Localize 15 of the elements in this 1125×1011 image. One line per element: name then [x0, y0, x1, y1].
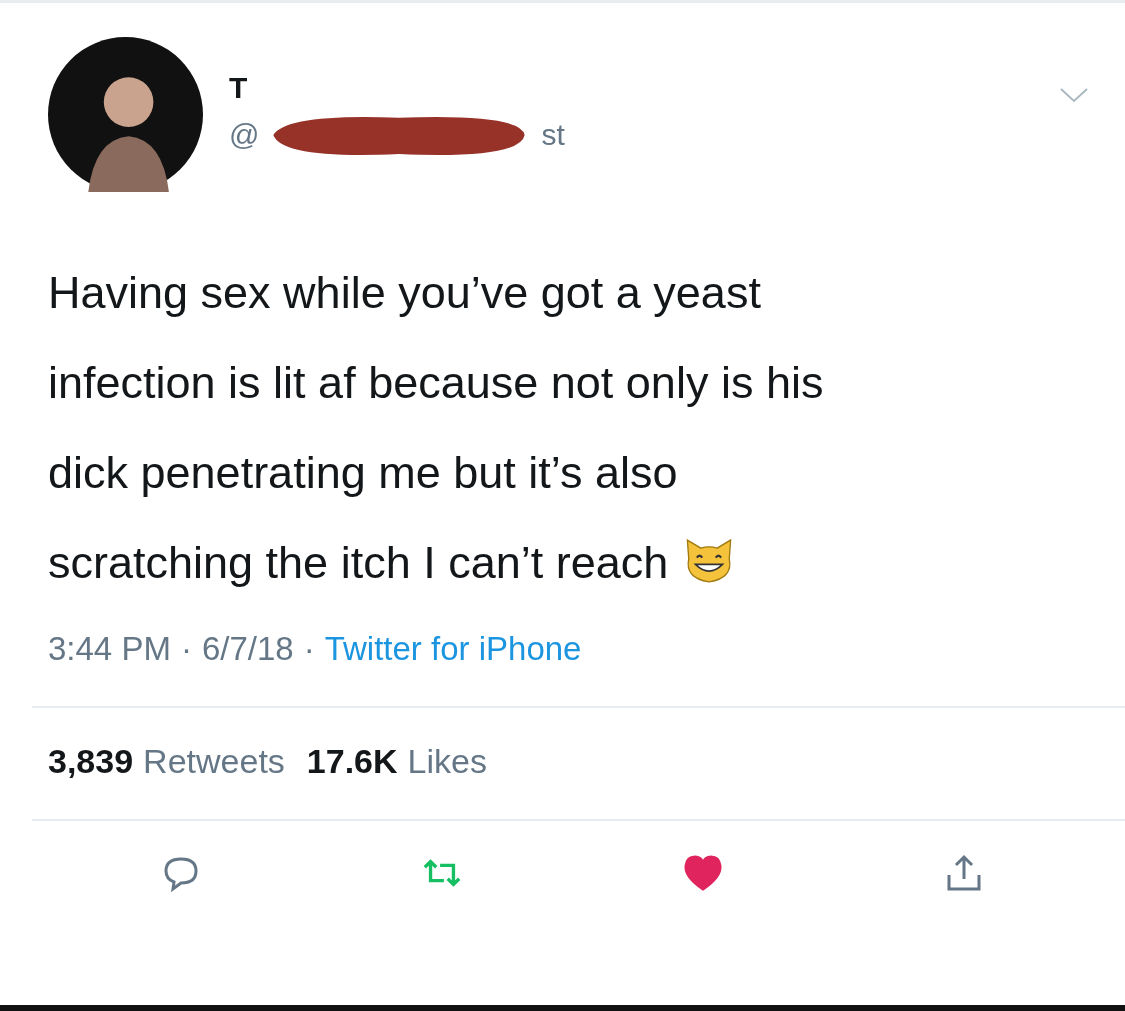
tweet-date: 6/7/18 [201, 630, 294, 668]
display-name: T [229, 71, 249, 105]
stat-count[interactable]: 3,839 [48, 742, 134, 781]
stat-label[interactable]: Likes [407, 742, 487, 781]
avatar-icon[interactable] [48, 37, 203, 192]
handle-text: st [541, 118, 565, 152]
handle-text: @ [229, 118, 260, 152]
stat-count[interactable]: 17.6K [306, 742, 398, 781]
separator-dot: · [303, 630, 315, 668]
stat-label[interactable]: Retweets [143, 742, 285, 781]
source-link[interactable]: Twitter for iPhone [324, 630, 582, 668]
heart-icon[interactable] [682, 853, 724, 893]
tweet-time: 3:44 PM [48, 630, 171, 668]
tweet-text: Having sex while you’ve got a yeast infection is lit af because not only is his dick penetrating me but it’s also scratching the itch I can’t reach [48, 266, 825, 590]
separator-dot: · [180, 630, 192, 668]
